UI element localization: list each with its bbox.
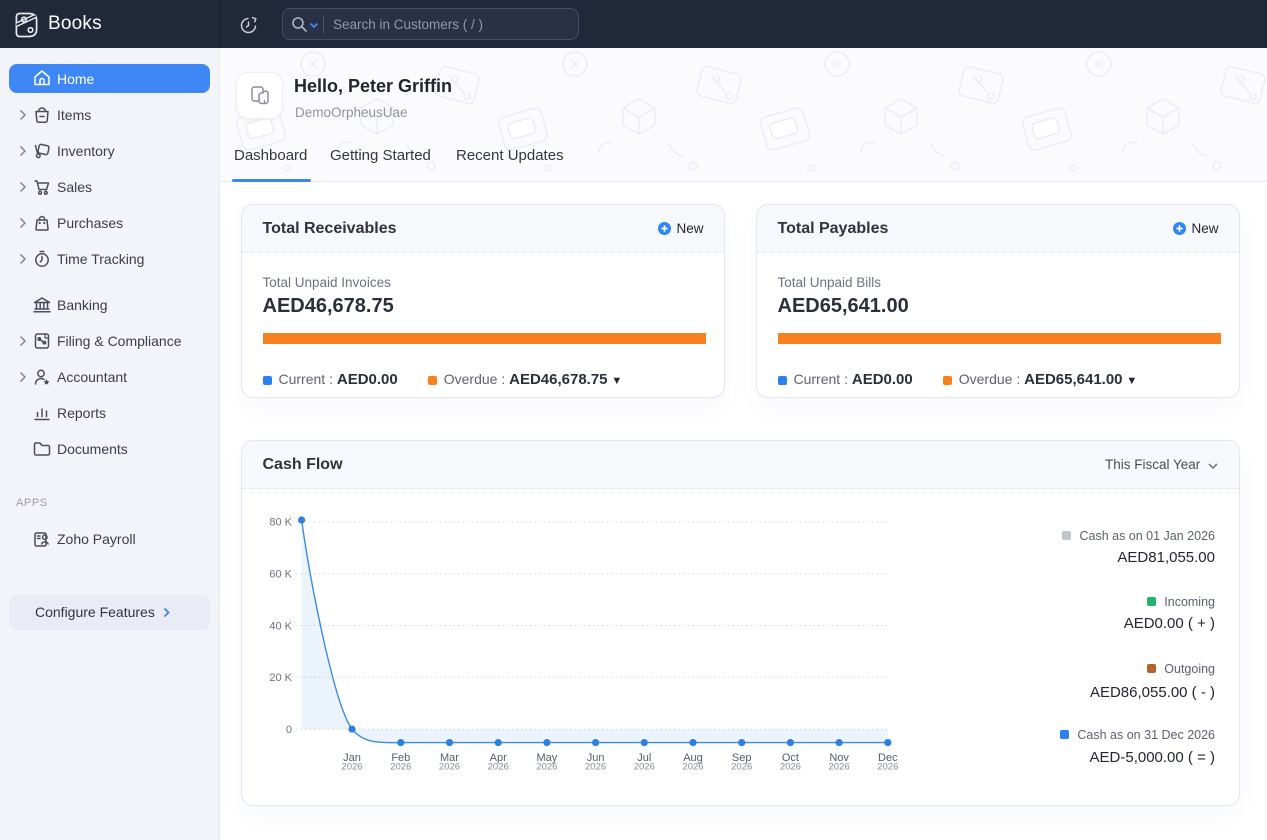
svg-text:80 K: 80 K [269, 517, 292, 529]
svg-text:2026: 2026 [585, 762, 606, 773]
svg-text:2026: 2026 [633, 762, 654, 773]
svg-text:2026: 2026 [438, 762, 459, 773]
svg-text:2026: 2026 [682, 762, 703, 773]
svg-text:60 K: 60 K [269, 569, 292, 581]
svg-text:2026: 2026 [779, 762, 800, 773]
svg-text:40 K: 40 K [269, 620, 292, 632]
svg-text:0: 0 [285, 724, 291, 736]
svg-text:2026: 2026 [536, 762, 557, 773]
svg-text:2026: 2026 [828, 762, 849, 773]
svg-text:2026: 2026 [390, 762, 411, 773]
svg-text:2026: 2026 [487, 762, 508, 773]
svg-text:20 K: 20 K [269, 672, 292, 684]
svg-text:2026: 2026 [877, 762, 898, 773]
svg-text:2026: 2026 [731, 762, 752, 773]
svg-text:2026: 2026 [341, 762, 362, 773]
